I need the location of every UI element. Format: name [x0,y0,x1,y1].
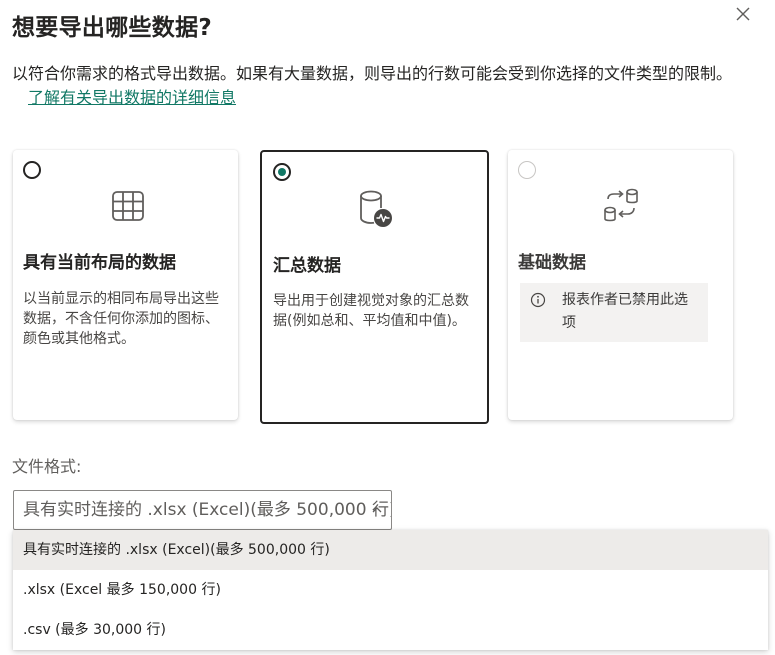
dialog-description: 以符合你需求的格式导出数据。如果有大量数据，则导出的行数可能会受到你选择的文件类… [12,62,762,110]
description-text: 以符合你需求的格式导出数据。如果有大量数据，则导出的行数可能会受到你选择的文件类… [12,64,733,83]
dropdown-option-csv[interactable]: .csv (最多 30,000 行) [13,610,768,650]
file-format-select[interactable]: 具有实时连接的 .xlsx (Excel)(最多 500,000 行) [13,490,392,530]
option-title: 具有当前布局的数据 [23,253,176,273]
radio-current-layout[interactable] [23,161,41,179]
file-format-label: 文件格式: [12,457,82,476]
option-card-current-layout[interactable]: 具有当前布局的数据 以当前显示的相同布局导出这些数据，不含任何你添加的图标、颜色… [13,150,238,420]
dropdown-option-xlsx[interactable]: .xlsx (Excel 最多 150,000 行) [13,570,768,610]
option-description: 以当前显示的相同布局导出这些数据，不含任何你添加的图标、颜色或其他格式。 [23,291,219,347]
database-pulse-icon [360,190,392,227]
option-card-summarized[interactable]: 汇总数据 导出用于创建视觉对象的汇总数据(例如总和、平均值和中值)。 [260,150,489,424]
disabled-info-box: 报表作者已禁用此选项 [520,283,708,342]
option-description: 导出用于创建视觉对象的汇总数据(例如总和、平均值和中值)。 [273,293,469,329]
dropdown-option-xlsx-live[interactable]: 具有实时连接的 .xlsx (Excel)(最多 500,000 行) [13,530,768,570]
dialog-title: 想要导出哪些数据? [12,15,213,41]
table-grid-icon [112,191,144,221]
option-title: 汇总数据 [273,256,341,276]
radio-underlying [518,161,536,179]
data-transfer-icon [604,188,638,222]
radio-summarized[interactable] [273,163,291,181]
info-icon [530,292,546,308]
option-card-underlying: 基础数据 报表作者已禁用此选项 [508,150,733,420]
file-format-dropdown: 具有实时连接的 .xlsx (Excel)(最多 500,000 行) .xls… [13,530,768,650]
chevron-up-icon [372,507,382,513]
disabled-info-text: 报表作者已禁用此选项 [562,292,688,331]
export-data-dialog: 想要导出哪些数据? 以符合你需求的格式导出数据。如果有大量数据，则导出的行数可能… [0,0,775,655]
learn-more-link[interactable]: 了解有关导出数据的详细信息 [28,88,236,107]
file-format-selected-value: 具有实时连接的 .xlsx (Excel)(最多 500,000 行) [23,500,392,520]
option-title: 基础数据 [518,253,586,273]
close-icon[interactable] [733,4,753,24]
